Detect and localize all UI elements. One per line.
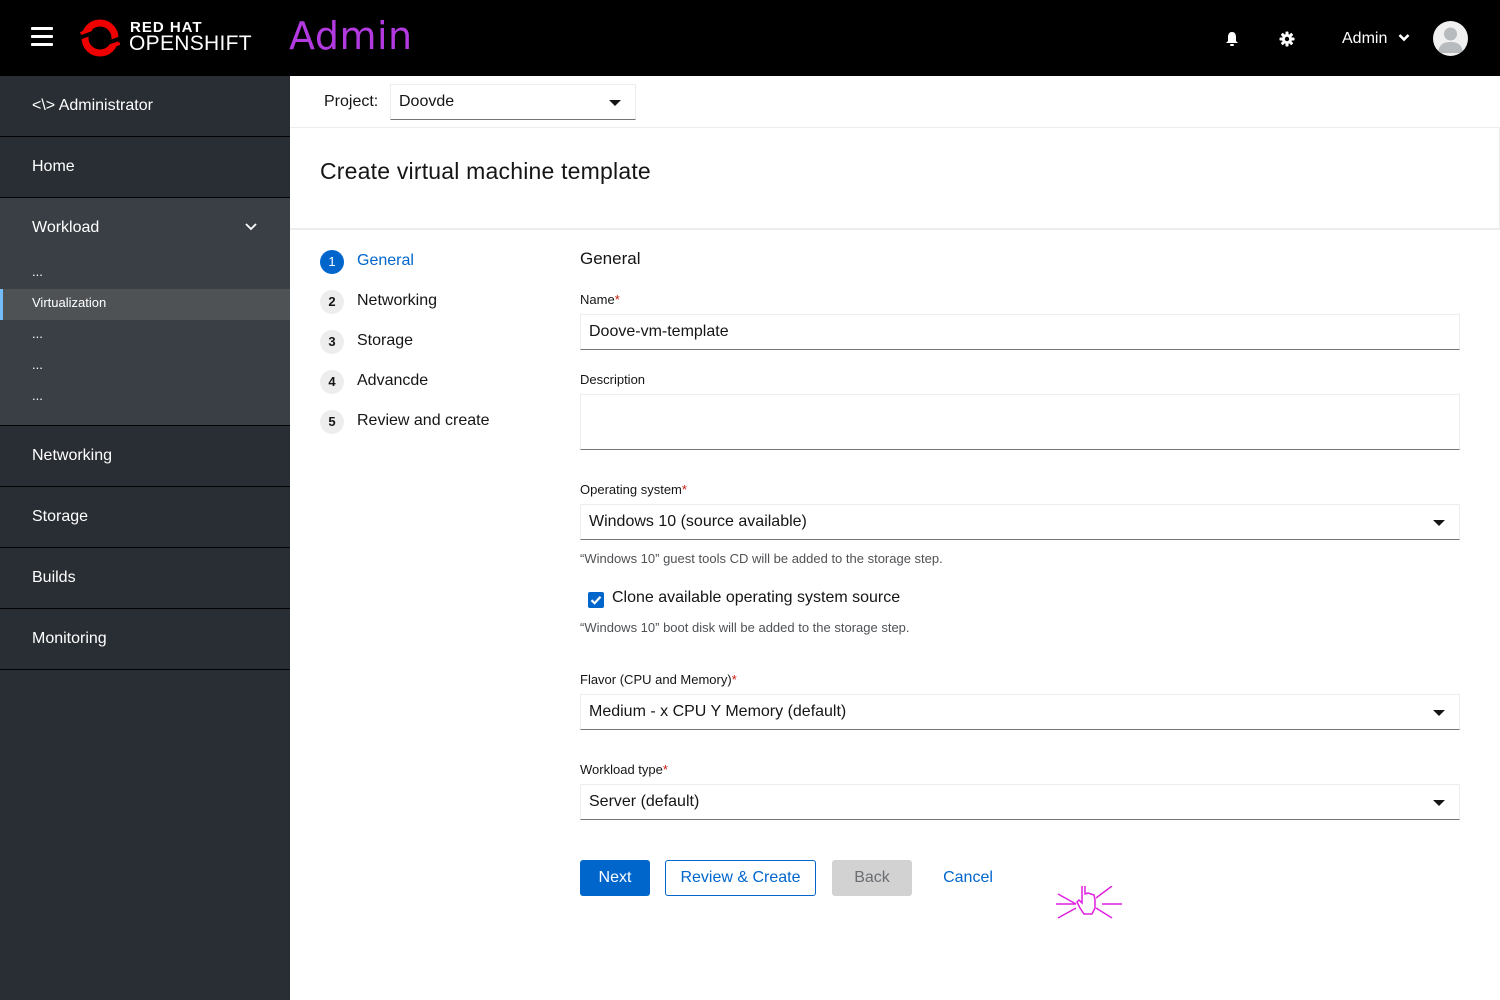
bell-icon[interactable]: [1224, 31, 1240, 47]
openshift-logo-icon: [79, 19, 121, 57]
openshift-logo[interactable]: RED HAT OPENSHIFT: [78, 15, 252, 61]
sidebar-subitem[interactable]: ...: [0, 351, 290, 382]
cancel-button[interactable]: Cancel: [930, 860, 1006, 896]
flavor-select[interactable]: Medium - x CPU Y Memory (default): [580, 694, 1460, 730]
workload-type-label-text: Workload type: [580, 762, 663, 777]
description-textarea[interactable]: [580, 394, 1460, 450]
caret-down-icon: [1433, 520, 1445, 526]
name-label-text: Name: [580, 292, 615, 307]
step-label: Storage: [357, 332, 414, 349]
brand-openshift: OPENSHIFT: [129, 32, 252, 55]
caret-down-icon: [1433, 710, 1445, 716]
review-create-button[interactable]: Review & Create: [665, 860, 816, 896]
user-menu[interactable]: Admin: [1342, 30, 1410, 48]
main-content: Project: Doovde Create virtual machine t…: [290, 76, 1500, 1000]
step-label: General: [357, 252, 414, 269]
sidebar-item-workload[interactable]: Workload: [0, 198, 290, 258]
os-select[interactable]: Windows 10 (source available): [580, 504, 1460, 540]
flavor-value: Medium - x CPU Y Memory (default): [589, 703, 847, 720]
os-helper-text: “Windows 10” guest tools CD will be adde…: [580, 551, 943, 566]
sidebar-group-workload: Workload ... Virtualization ... ... ...: [0, 198, 290, 426]
sidebar-item-networking[interactable]: Networking: [0, 426, 290, 487]
gear-icon[interactable]: [1279, 31, 1295, 47]
app-title: Admin: [289, 14, 413, 58]
checkmark-icon: [590, 596, 602, 605]
sidebar: <\> Administrator Home Workload ... Virt…: [0, 76, 290, 1000]
avatar[interactable]: [1433, 21, 1468, 56]
project-dropdown[interactable]: Doovde: [390, 84, 636, 120]
sidebar-subitem[interactable]: ...: [0, 258, 290, 289]
required-marker: *: [614, 292, 620, 307]
required-marker: *: [731, 672, 737, 687]
name-label: Name*: [580, 292, 620, 307]
os-value: Windows 10 (source available): [589, 513, 807, 530]
required-marker: *: [681, 482, 687, 497]
required-marker: *: [662, 762, 668, 777]
step-label: Review and create: [357, 412, 490, 429]
os-label: Operating system*: [580, 482, 687, 497]
chevron-down-icon: [245, 223, 257, 231]
sidebar-item-storage[interactable]: Storage: [0, 487, 290, 548]
masthead: RED HAT OPENSHIFT Admin Admin: [0, 0, 1500, 76]
step-label: Advancde: [357, 372, 429, 389]
step-number: 5: [320, 410, 344, 434]
page-title: Create virtual machine template: [320, 158, 651, 184]
description-label: Description: [580, 372, 646, 387]
avatar-icon: [1438, 27, 1463, 53]
project-label: Project:: [324, 93, 379, 110]
project-value: Doovde: [399, 93, 455, 110]
hamburger-menu-icon[interactable]: [31, 27, 53, 47]
user-name: Admin: [1342, 30, 1388, 47]
step-number: 4: [320, 370, 344, 394]
sidebar-item-home[interactable]: Home: [0, 137, 290, 198]
project-bar: Project: Doovde: [290, 76, 1500, 128]
page-header: Create virtual machine template: [290, 128, 1500, 230]
clone-helper-text: “Windows 10” boot disk will be added to …: [580, 620, 910, 635]
section-title: General: [580, 249, 641, 268]
sidebar-item-workload-label: Workload: [32, 219, 100, 236]
back-button[interactable]: Back: [832, 860, 912, 896]
sidebar-subitem[interactable]: ...: [0, 382, 290, 413]
workload-type-label: Workload type*: [580, 762, 668, 777]
step-number: 1: [320, 250, 344, 274]
sidebar-subitem[interactable]: ...: [0, 320, 290, 351]
sidebar-item-builds[interactable]: Builds: [0, 548, 290, 609]
workload-type-value: Server (default): [589, 793, 700, 810]
step-label: Networking: [357, 292, 438, 309]
workload-type-select[interactable]: Server (default): [580, 784, 1460, 820]
step-number: 2: [320, 290, 344, 314]
clone-os-label: Clone available operating system source: [612, 589, 901, 606]
name-input[interactable]: [580, 314, 1460, 350]
sidebar-item-monitoring[interactable]: Monitoring: [0, 609, 290, 670]
chevron-down-icon: [1398, 34, 1410, 42]
caret-down-icon: [609, 100, 621, 106]
os-label-text: Operating system: [580, 482, 682, 497]
step-number: 3: [320, 330, 344, 354]
click-cursor-icon: [1056, 886, 1122, 919]
perspective-switcher[interactable]: <\> Administrator: [0, 76, 290, 137]
caret-down-icon: [1433, 800, 1445, 806]
next-button[interactable]: Next: [580, 860, 650, 896]
flavor-label: Flavor (CPU and Memory)*: [580, 672, 737, 687]
flavor-label-text: Flavor (CPU and Memory): [580, 672, 732, 687]
clone-os-checkbox[interactable]: [588, 592, 604, 608]
sidebar-item-virtualization[interactable]: Virtualization: [0, 289, 290, 320]
